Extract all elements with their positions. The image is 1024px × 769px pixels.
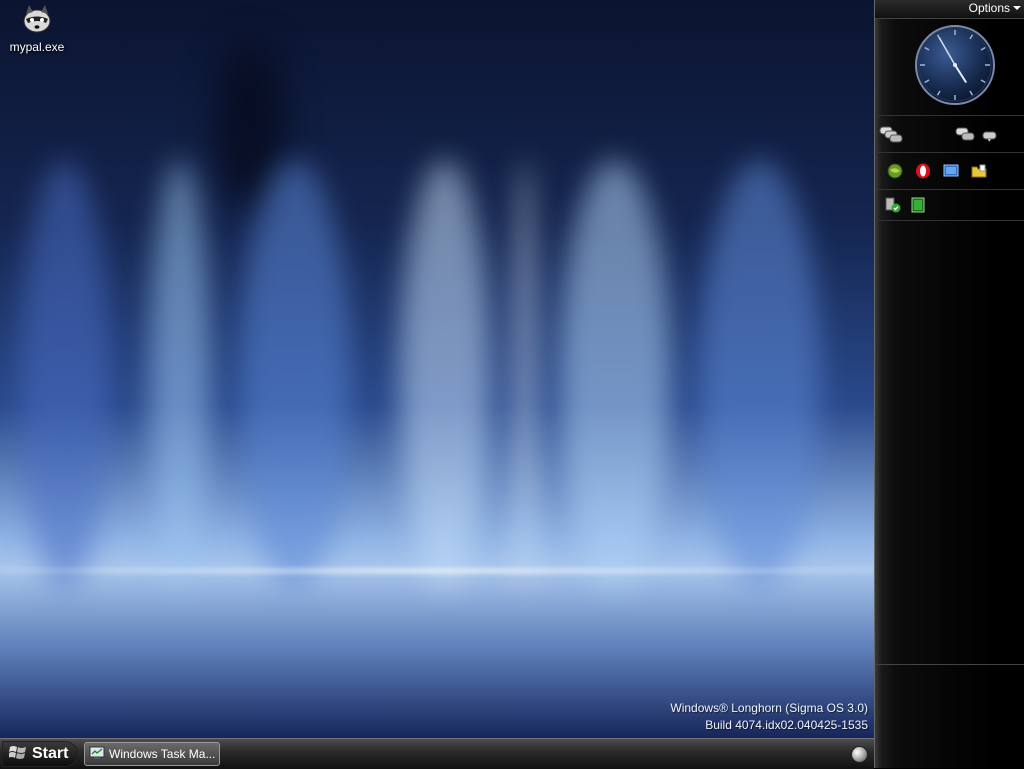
raccoon-icon: [20, 4, 54, 34]
sidebar-divider: [875, 664, 1024, 665]
windows-logo-icon: [8, 744, 27, 765]
wallpaper-light-ray: [700, 160, 820, 590]
taskbar-button-label: Windows Task Ma...: [109, 747, 216, 761]
wallpaper-light-ray: [150, 160, 210, 590]
wallpaper-light-ray: [240, 160, 350, 590]
sidebar-header: Options: [875, 0, 1024, 19]
desktop[interactable]: mypal.exe Windows® Longhorn (Sigma OS 3.…: [0, 0, 874, 738]
orb-icon[interactable]: [851, 746, 868, 763]
security-shield-icon[interactable]: [885, 197, 901, 213]
wallpaper-light-ray: [400, 160, 490, 590]
wallpaper-horizon: [0, 568, 874, 574]
chat-bubbles-icon[interactable]: [955, 125, 981, 145]
start-button[interactable]: Start: [2, 741, 78, 767]
quick-launch-tile: [875, 153, 1024, 190]
monitor-icon[interactable]: [943, 163, 959, 179]
options-button[interactable]: Options: [969, 1, 1021, 15]
clock-tile[interactable]: [875, 19, 1024, 116]
messenger-tile: [875, 116, 1024, 153]
globe-icon[interactable]: [887, 163, 903, 179]
taskbar: Start Windows Task Ma...: [0, 738, 874, 769]
task-manager-icon: [89, 746, 105, 763]
taskbar-button-task-manager[interactable]: Windows Task Ma...: [84, 742, 220, 766]
wallpaper-light-ray: [560, 160, 670, 590]
watermark-os-name: Windows® Longhorn (Sigma OS 3.0): [670, 701, 868, 715]
chat-bubble-icon[interactable]: [982, 130, 998, 142]
folder-icon[interactable]: [971, 163, 987, 179]
opera-icon[interactable]: [915, 163, 931, 179]
wallpaper-light-ray: [20, 160, 110, 590]
chat-bubbles-icon[interactable]: [879, 125, 905, 145]
os-watermark: Windows® Longhorn (Sigma OS 3.0) Build 4…: [670, 700, 868, 734]
start-label: Start: [32, 745, 69, 762]
analog-clock[interactable]: [913, 23, 997, 107]
watermark-build: Build 4074.idx02.040425-1535: [705, 718, 868, 732]
system-tray-tile: [875, 190, 1024, 221]
options-label: Options: [968, 1, 1010, 15]
desktop-icon-mypal[interactable]: mypal.exe: [4, 4, 70, 54]
green-square-icon[interactable]: [910, 197, 926, 213]
sidebar: Options: [874, 0, 1024, 768]
desktop-icon-label: mypal.exe: [9, 40, 65, 54]
wallpaper-light-ray: [515, 160, 535, 590]
chevron-down-icon: [1013, 6, 1021, 10]
